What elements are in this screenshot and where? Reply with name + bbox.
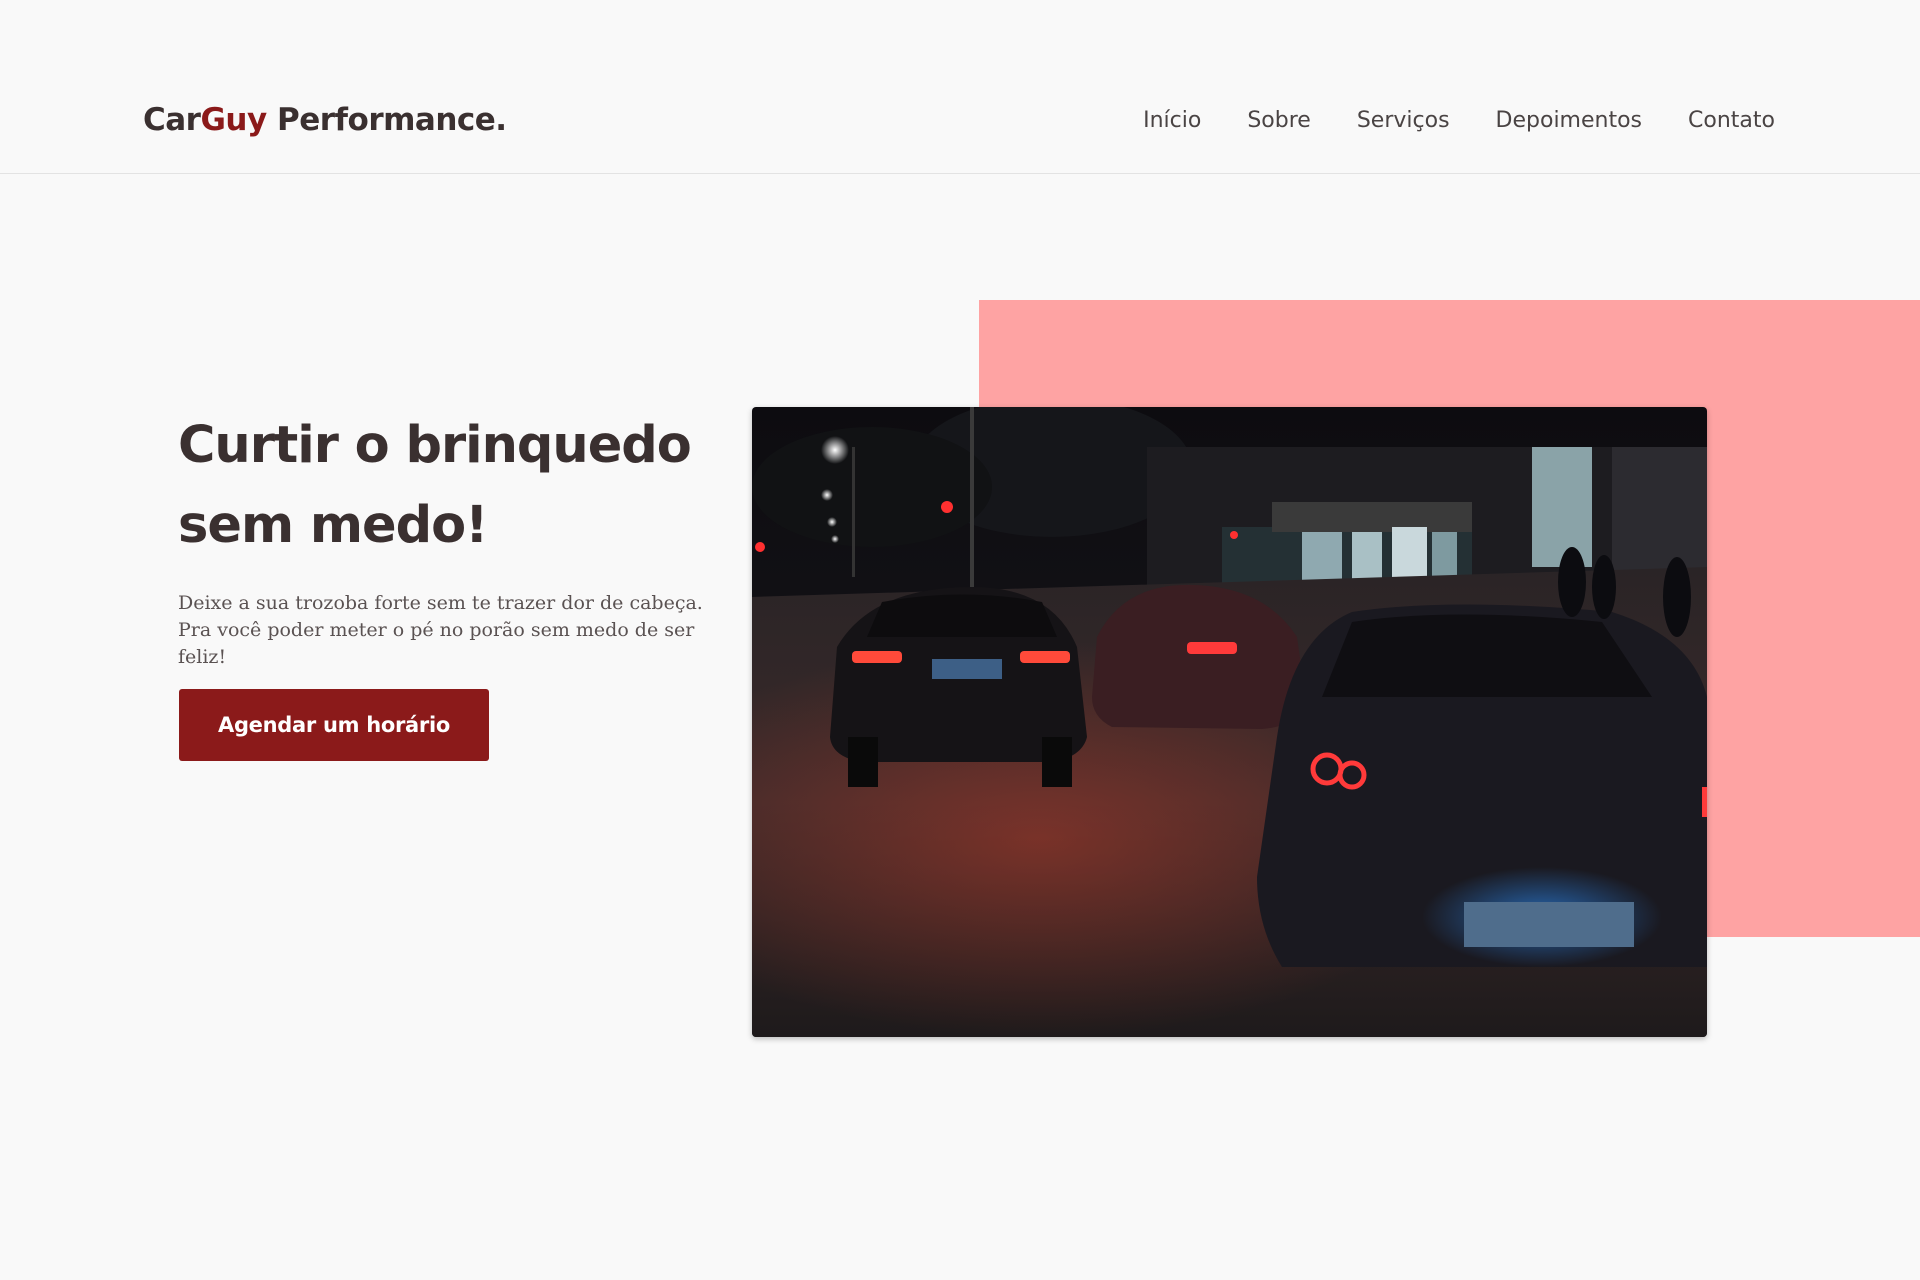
schedule-button[interactable]: Agendar um horário: [179, 689, 489, 761]
night-street-cars-photo-icon: [752, 407, 1707, 1037]
hero-title: Curtir o brinquedo sem medo!: [178, 416, 692, 555]
main-nav: Início Sobre Serviços Depoimentos Contat…: [1143, 108, 1775, 133]
hero-description: Deixe a sua trozoba forte sem te trazer …: [178, 592, 703, 668]
site-header: CarGuy Performance. Início Sobre Serviço…: [0, 0, 1920, 174]
nav-link-inicio[interactable]: Início: [1143, 108, 1201, 133]
logo-part-guy: Guy: [200, 102, 267, 138]
nav-link-contato[interactable]: Contato: [1688, 108, 1775, 133]
site-logo[interactable]: CarGuy Performance.: [143, 102, 507, 138]
logo-part-performance: Performance.: [266, 102, 507, 138]
nav-link-depoimentos[interactable]: Depoimentos: [1496, 108, 1642, 133]
logo-part-car: Car: [143, 102, 201, 138]
nav-link-servicos[interactable]: Serviços: [1357, 108, 1450, 133]
hero-photo: [752, 407, 1707, 1037]
nav-link-sobre[interactable]: Sobre: [1247, 108, 1311, 133]
